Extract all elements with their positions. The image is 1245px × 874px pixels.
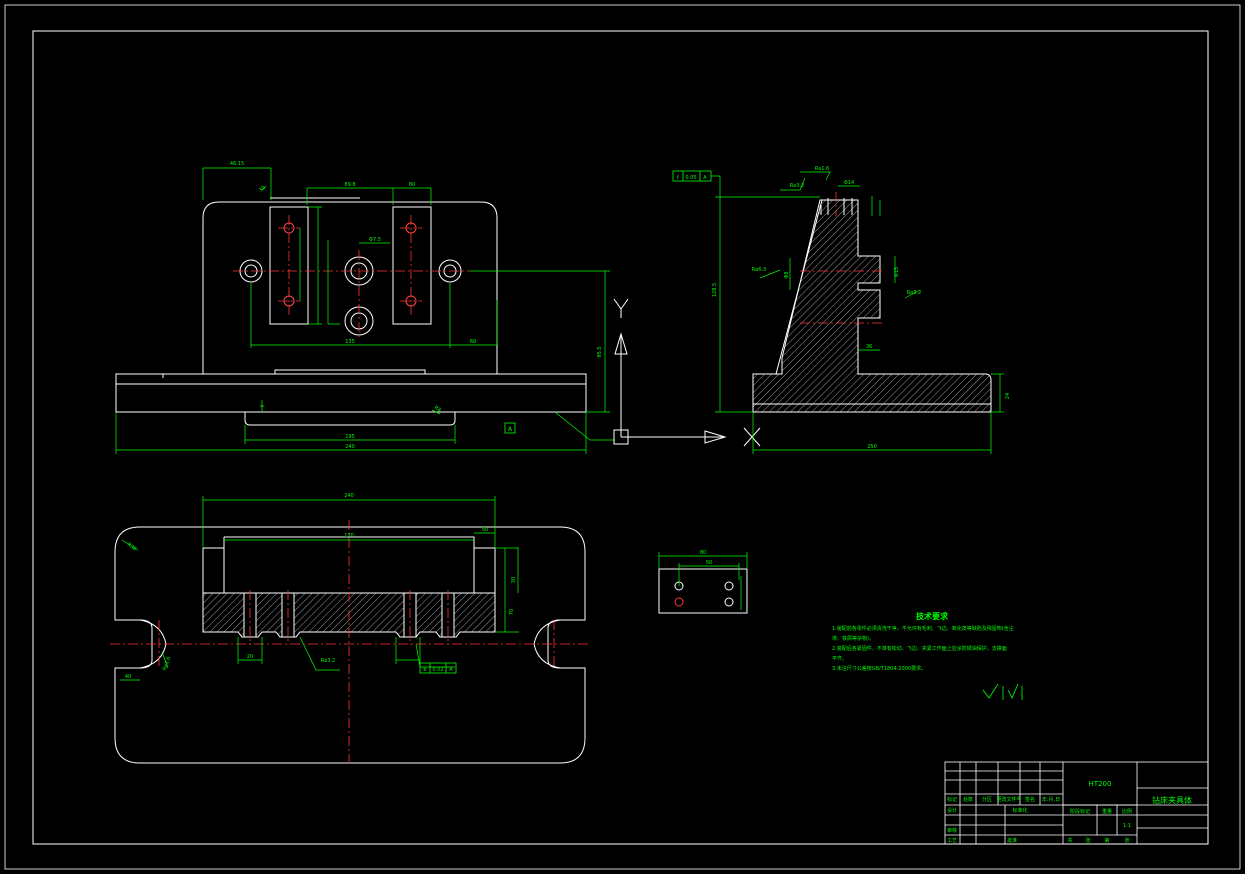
dim-side-w: 250 [867,444,877,450]
dim-slot: 20 [247,654,253,660]
dim-70: 70 [509,609,515,615]
dim-80: 80 [409,182,415,188]
dim-89-8: 89.8 [344,182,355,188]
dim-50: 50 [482,527,488,533]
dim-det-w: 80 [700,550,706,556]
dim-46-15: 46.15 [230,161,244,167]
tb-footer-1: 张 [1085,837,1090,844]
tb-header-3: 更改文件号 [996,796,1021,803]
fcf-datum: A [703,175,707,181]
tb-header-2: 分区 [982,796,992,803]
detail-view [658,568,748,614]
notes-line-1: 1.装配前各零件必须清洗干净，不允许有毛刺、飞边、氧化皮等缺陷及残留物(含尘 [832,626,1014,632]
tb-header-1: 处数 [963,796,973,803]
tb-process: 工艺 [947,838,957,844]
detail-hole-red [674,597,684,607]
tb-drawing-name: 钻床夹具体 [1152,795,1192,805]
dim-195: 195 [345,434,355,440]
tb-header-0: 标记 [947,796,957,803]
tb-approve: 批准 [1007,837,1017,844]
ra-side-3: Ra6.3 [752,267,766,273]
datum-a-label: A [508,426,513,433]
tb-header-5: 年.月.日 [1042,796,1060,803]
dim-plan-r: R38 [126,542,138,553]
tb-design: 设计 [947,807,957,814]
ra-plan-2: Ra1.6 [162,656,173,672]
dim-top: 240 [344,493,354,499]
tb-footer-0: 共 [1067,837,1072,844]
detail-dimensions [658,552,748,610]
tb-standardization: 标准化 [1012,807,1027,814]
fcf-tolerance: 0.05 [685,175,696,181]
roughness-symbol [982,683,1023,700]
tb-header-4: 签名 [1025,796,1035,803]
dim-side-s: 36 [866,344,872,350]
plan-fcf-datum: b [423,667,426,673]
title-block-text: HT200 钻床夹具体 标记 处数 分区 更改文件号 签名 年.月.日 设计 标… [947,780,1192,844]
dim-30b: 30 [511,577,517,583]
technical-requirements: 技术要求 1.装配前各零件必须清洗干净，不允许有毛刺、飞边、氧化皮等缺陷及残留物… [832,612,1032,674]
coordinate-axes [613,298,761,447]
tb-audit: 审核 [947,827,957,834]
ra-side-2: Ra3.2 [790,183,804,189]
front-dimensions [115,167,615,454]
front-view [115,197,587,426]
dim-135: 135 [345,339,355,345]
dim-170: 170 [344,533,354,539]
notes-line-4: 平齐。 [832,656,848,662]
dim-det-i: 50 [706,560,712,566]
tb-weight: 重量 [1102,808,1112,815]
tb-footer-3: 张 [1124,837,1129,844]
dim-240: 240 [345,444,355,450]
tb-material: HT200 [1089,780,1112,788]
notes-title: 技术要求 [916,612,948,621]
fcf-symbol: f [677,175,679,181]
drawing-canvas: A 46.15 30 89.8 80 135 60 95.5 195 240 Φ… [4,4,1241,870]
detail-dim-text: 80 50 [700,550,712,566]
ra-plan: Ra3.2 [321,658,335,664]
dim-side-c: Φ8 [784,271,790,278]
dim-plan-w: 40 [125,674,131,680]
tb-ratio: 比例 [1122,808,1132,815]
plan-fcf-ref: A [449,667,453,673]
tb-footer-2: 第 [1104,837,1109,844]
dim-dia: Φ7.5 [369,237,381,243]
axis-x-label: X [760,459,761,461]
side-view [752,198,992,413]
notes-line-3: 2.装配后各紧固件，不准有松动、飞边、夹紧工作面上应涂防锈油保护，支撑面 [832,646,1007,652]
axis-y-label: Y [640,319,641,321]
sheet-frame [32,30,1209,845]
dim-95-5: 95.5 [597,346,603,357]
tb-stage-mark: 阶段标记 [1070,808,1090,815]
notes-line-5: 3.未注尺寸公差按GB/T1804-2000要求。 [832,666,927,672]
dim-side-t: 24 [1005,393,1011,399]
dim-60: 60 [470,339,476,345]
plan-dim-text: 240 170 50 70 30 R38 40 20 Ra3.2 b 0.02 … [125,493,517,680]
front-dim-text: 46.15 30 89.8 80 135 60 95.5 195 240 Φ7.… [230,161,603,450]
plan-dimensions [120,496,519,681]
tb-scale: 1:1 [1123,823,1131,829]
dim-side-d: Φ15 [894,267,900,277]
ra-side-1: Ra1.6 [815,166,829,172]
dim-side-u: Φ14 [844,180,854,186]
dim-side-h: 128.5 [712,283,718,297]
notes-line-2: 埃、铁屑等杂物)。 [832,636,874,642]
ra-side-4: Ra3.2 [907,290,921,296]
plan-fcf-tol: 0.02 [432,667,443,673]
plan-view [114,526,586,764]
